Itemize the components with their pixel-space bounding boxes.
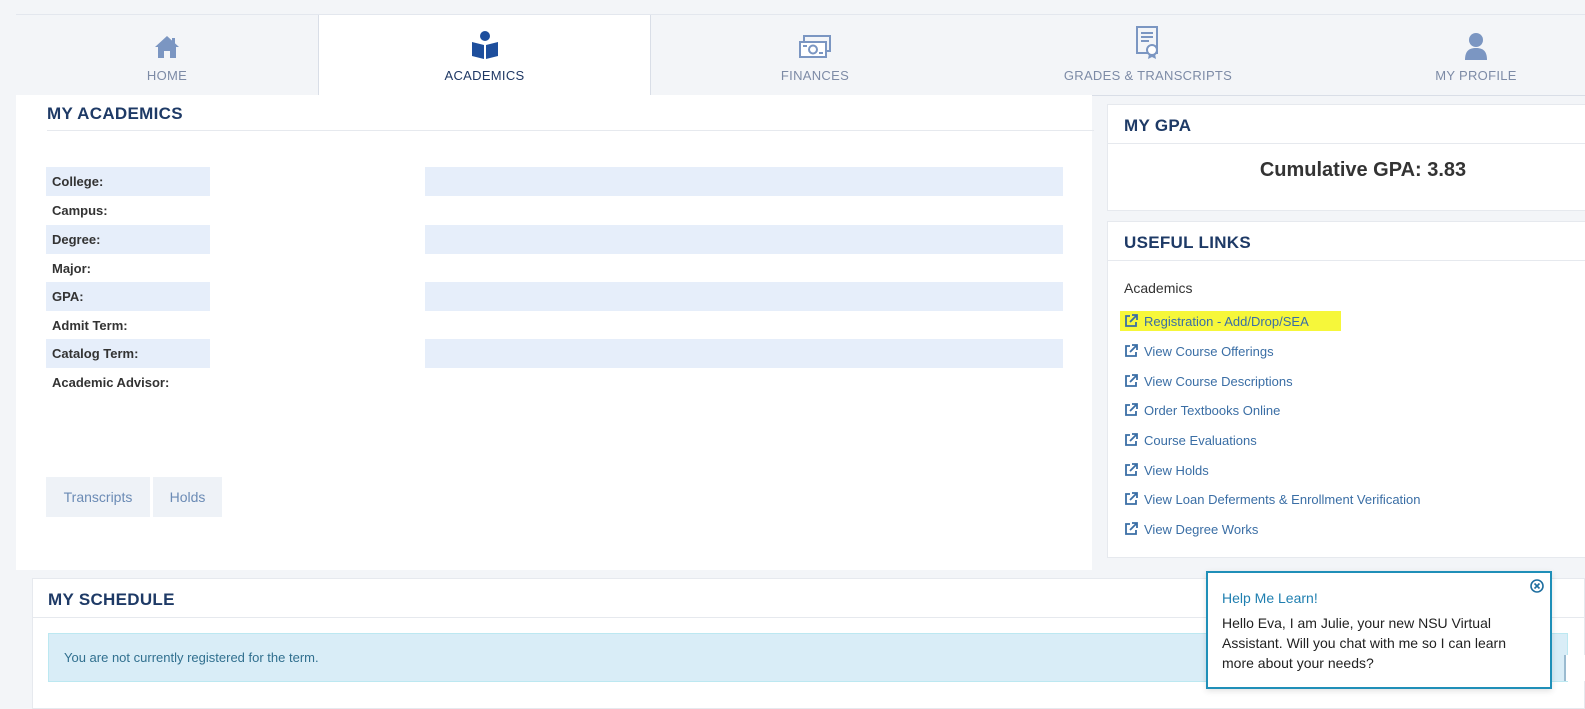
- my-academics-title: MY ACADEMICS: [47, 104, 183, 123]
- my-academics-panel: MY ACADEMICS College: Campus: Degree: Ma…: [16, 95, 1094, 570]
- field-label: Admit Term:: [52, 318, 128, 333]
- external-link-icon: [1124, 403, 1138, 417]
- divider: [47, 130, 1094, 131]
- tab-grades-transcripts-label: GRADES & TRANSCRIPTS: [1063, 68, 1233, 83]
- tab-home[interactable]: HOME: [16, 15, 318, 95]
- info-row-major: Major:: [46, 254, 1063, 283]
- info-row-gpa: GPA:: [46, 282, 1063, 311]
- user-icon: [1463, 32, 1489, 60]
- external-link-icon: [1124, 374, 1138, 388]
- link-label: Registration - Add/Drop/SEA: [1144, 313, 1309, 329]
- info-row-admit-term: Admit Term:: [46, 311, 1063, 340]
- info-row-degree: Degree:: [46, 225, 1063, 254]
- link-view-degree-works[interactable]: View Degree Works: [1124, 519, 1258, 539]
- field-label: College:: [46, 167, 210, 196]
- external-link-icon: [1124, 314, 1138, 328]
- virtual-assistant-popup[interactable]: Help Me Learn! Hello Eva, I am Julie, yo…: [1206, 571, 1552, 689]
- tab-grades-transcripts[interactable]: GRADES & TRANSCRIPTS: [981, 15, 1315, 95]
- chat-title: Help Me Learn!: [1222, 590, 1318, 606]
- field-value: [425, 225, 1063, 254]
- home-icon: [153, 32, 181, 60]
- link-label: Course Evaluations: [1144, 432, 1257, 448]
- field-label: GPA:: [46, 282, 210, 311]
- top-nav-tabs: HOME ACADEMICS FINANCES GRADES & TRANSCR…: [16, 14, 1585, 96]
- link-label: View Course Offerings: [1144, 343, 1274, 359]
- tab-academics-label: ACADEMICS: [444, 68, 525, 83]
- link-order-textbooks[interactable]: Order Textbooks Online: [1124, 400, 1280, 420]
- field-label: Catalog Term:: [46, 339, 210, 368]
- external-link-icon: [1124, 463, 1138, 477]
- links-group-heading: Academics: [1124, 280, 1193, 296]
- my-schedule-title: MY SCHEDULE: [48, 590, 175, 609]
- useful-links-title: USEFUL LINKS: [1124, 233, 1252, 252]
- close-icon[interactable]: [1530, 579, 1544, 593]
- link-view-holds[interactable]: View Holds: [1124, 460, 1209, 480]
- field-value: [425, 282, 1063, 311]
- divider: [1108, 143, 1585, 144]
- tab-my-profile[interactable]: MY PROFILE: [1315, 15, 1585, 95]
- useful-links-panel: USEFUL LINKS Academics Registration - Ad…: [1107, 221, 1585, 558]
- link-view-course-offerings[interactable]: View Course Offerings: [1124, 341, 1274, 361]
- certificate-icon: [1134, 26, 1162, 60]
- tab-home-label: HOME: [146, 68, 188, 83]
- field-value: [425, 339, 1063, 368]
- external-link-icon: [1124, 522, 1138, 536]
- tab-finances[interactable]: FINANCES: [649, 15, 981, 95]
- chat-message: Hello Eva, I am Julie, your new NSU Virt…: [1222, 615, 1506, 671]
- field-label: Campus:: [52, 203, 108, 218]
- info-row-catalog-term: Catalog Term:: [46, 339, 1063, 368]
- field-label: Major:: [52, 261, 91, 276]
- book-reader-icon: [470, 31, 500, 60]
- link-loan-deferments[interactable]: View Loan Deferments & Enrollment Verifi…: [1124, 489, 1421, 509]
- tab-my-profile-label: MY PROFILE: [1435, 68, 1517, 83]
- link-label: View Course Descriptions: [1144, 373, 1293, 389]
- link-label: View Holds: [1144, 462, 1209, 478]
- link-label: View Degree Works: [1144, 521, 1259, 537]
- holds-button[interactable]: Holds: [153, 477, 222, 517]
- field-value: [425, 167, 1063, 196]
- my-gpa-panel: MY GPA Cumulative GPA: 3.83: [1107, 104, 1585, 211]
- my-gpa-title: MY GPA: [1124, 116, 1192, 135]
- chat-launcher-tab[interactable]: [1564, 655, 1585, 681]
- tab-academics[interactable]: ACADEMICS: [318, 15, 651, 96]
- cumulative-gpa: Cumulative GPA: 3.83: [1259, 159, 1467, 181]
- field-label: Academic Advisor:: [52, 375, 170, 390]
- external-link-icon: [1124, 433, 1138, 447]
- info-row-academic-advisor: Academic Advisor:: [46, 368, 1063, 397]
- info-row-campus: Campus:: [46, 196, 1063, 225]
- link-view-course-descriptions[interactable]: View Course Descriptions: [1124, 371, 1293, 391]
- link-registration[interactable]: Registration - Add/Drop/SEA: [1120, 311, 1341, 331]
- external-link-icon: [1124, 492, 1138, 506]
- tab-finances-label: FINANCES: [780, 68, 850, 83]
- field-label: Degree:: [46, 225, 210, 254]
- link-course-evaluations[interactable]: Course Evaluations: [1124, 430, 1257, 450]
- divider: [1108, 260, 1585, 261]
- link-label: View Loan Deferments & Enrollment Verifi…: [1144, 491, 1421, 507]
- info-row-college: College:: [46, 167, 1063, 196]
- money-icon: [798, 32, 832, 60]
- link-label: Order Textbooks Online: [1144, 402, 1281, 418]
- transcripts-button[interactable]: Transcripts: [46, 477, 150, 517]
- external-link-icon: [1124, 344, 1138, 358]
